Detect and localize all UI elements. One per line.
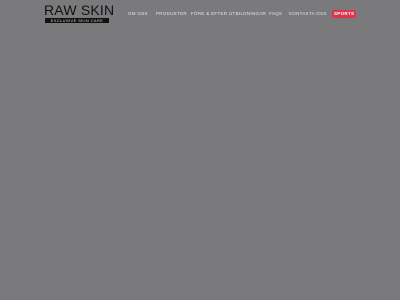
logo-text: RAW SKIN bbox=[44, 2, 115, 18]
logo-tagline-bar: EXCLUSIVE SKIN CARE bbox=[45, 18, 109, 23]
nav-item-utbildningar[interactable]: UTBILDNINGAR bbox=[229, 10, 266, 18]
nav-item-kontakta-oss[interactable]: KONTAKTA OSS bbox=[289, 10, 327, 18]
nav-item-produkter[interactable]: PRODUKTER bbox=[156, 10, 187, 18]
nav-item-faqs[interactable]: FAQS bbox=[269, 10, 282, 18]
logo-tagline: EXCLUSIVE SKIN CARE bbox=[50, 18, 104, 23]
nav-item-fore-efter[interactable]: FÖRE & EFTER bbox=[191, 10, 227, 18]
brand-logo[interactable]: RAW SKIN EXCLUSIVE SKIN CARE bbox=[44, 2, 115, 23]
nav-item-om-oss[interactable]: OM OSS bbox=[128, 10, 148, 18]
page: RAW SKIN EXCLUSIVE SKIN CARE OM OSS PROD… bbox=[0, 0, 400, 300]
nav-item-sports[interactable]: SPORTS bbox=[332, 10, 357, 18]
